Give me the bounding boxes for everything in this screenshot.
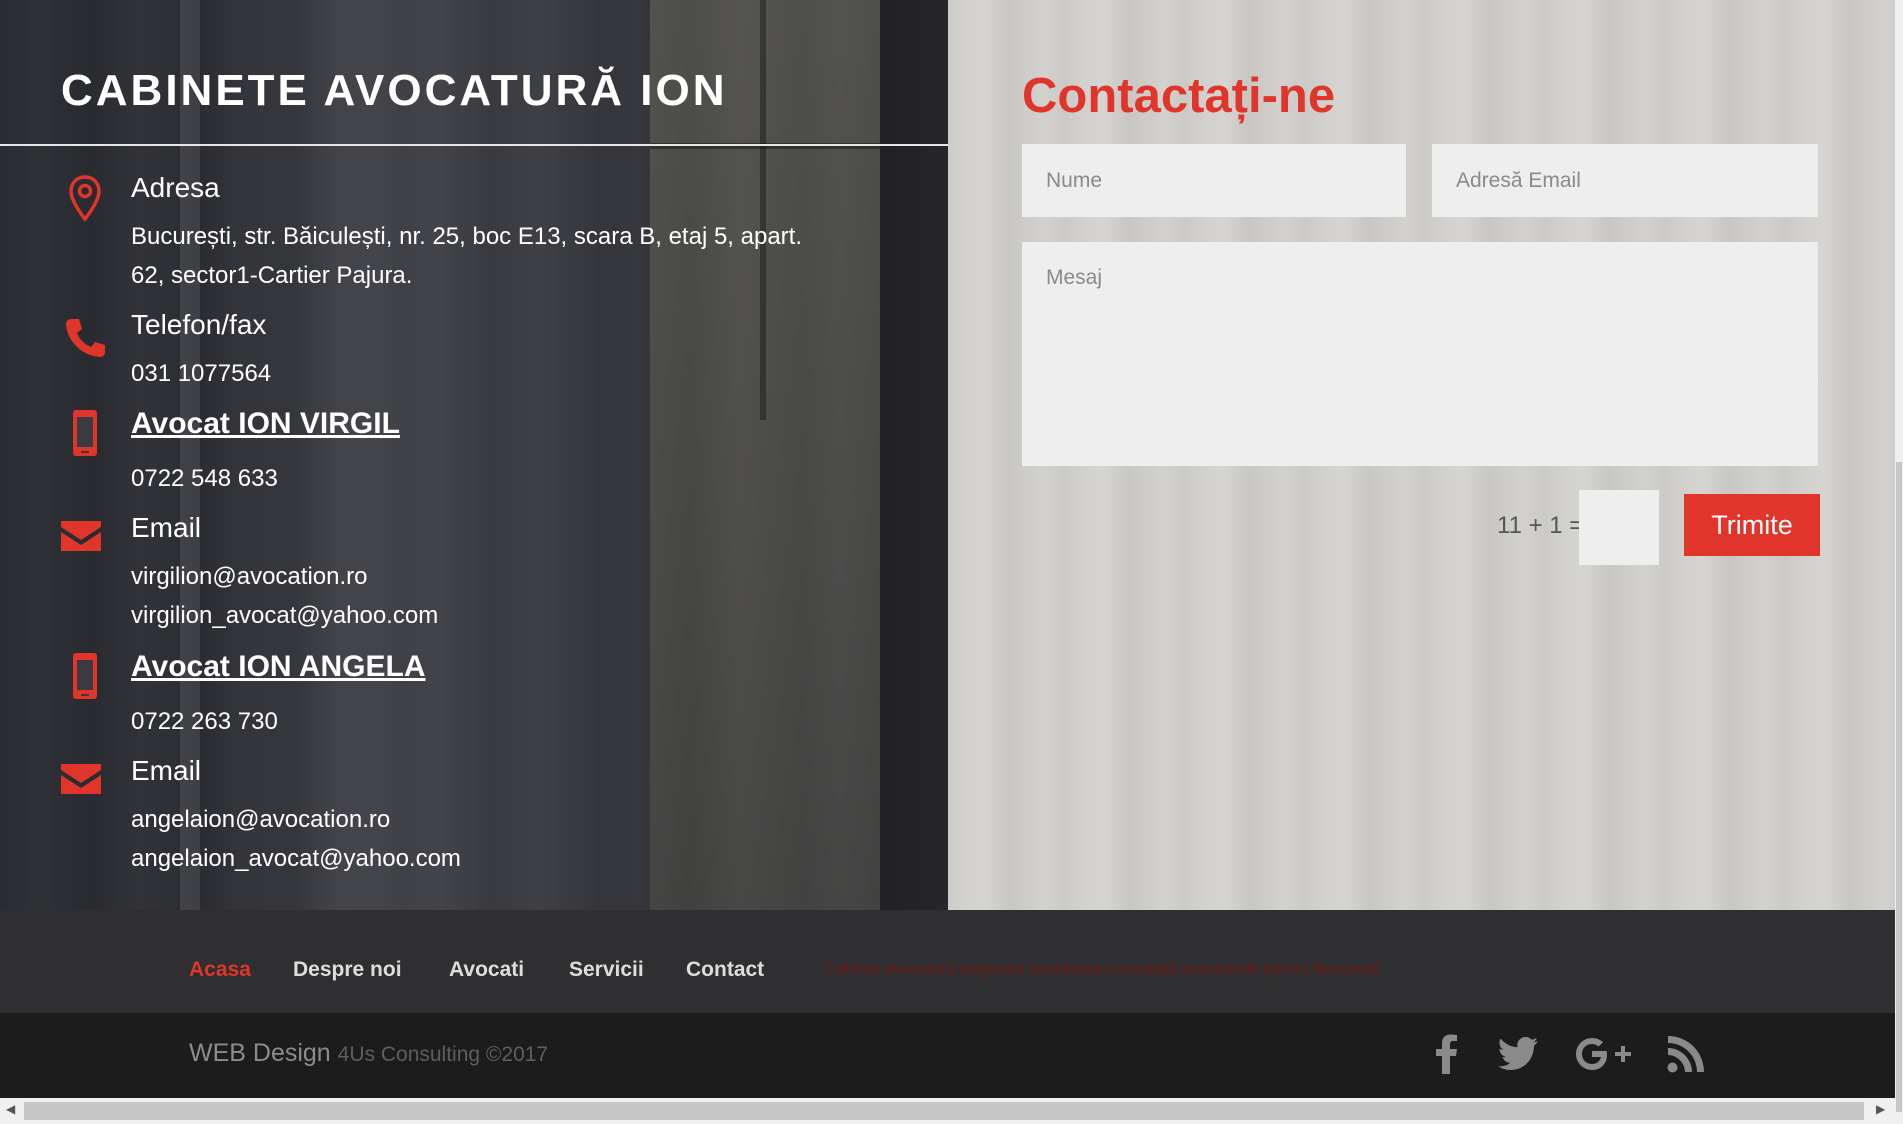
phone-label: Telefon/fax [131, 309, 267, 340]
twitter-icon[interactable] [1494, 1029, 1542, 1079]
contact-section: CABINETE AVOCATURĂ ION Adresa București,… [0, 0, 1895, 910]
footer-ticker-text: Cabinet avocatura asiguram acordarea con… [825, 961, 1380, 978]
horizontal-scrollbar[interactable]: ◀ ▶ [0, 1098, 1895, 1124]
phone-icon [63, 313, 107, 363]
credit-small: 4Us Consulting ©2017 [337, 1043, 549, 1066]
nav-item-contact[interactable]: Contact [686, 958, 764, 982]
credit-text: WEB Design 4Us Consulting ©2017 [189, 1039, 548, 1068]
email-2-label: Email [131, 755, 202, 786]
envelope-icon [59, 510, 103, 560]
vertical-scroll-thumb[interactable] [1896, 462, 1902, 1112]
envelope-icon [59, 753, 103, 803]
name-input[interactable] [1022, 144, 1406, 217]
google-plus-icon[interactable] [1573, 1029, 1633, 1079]
rss-icon[interactable] [1662, 1029, 1710, 1079]
email-input[interactable] [1432, 144, 1818, 217]
address-line-2: 62, sector1-Cartier Pajura. [131, 262, 413, 289]
nav-item-servicii[interactable]: Servicii [569, 958, 644, 982]
contact-form-title: Contactați-ne [1022, 69, 1336, 123]
mobile-phone-icon [63, 408, 107, 458]
bottom-bar: WEB Design 4Us Consulting ©2017 [0, 1013, 1895, 1098]
lawyer-2-link[interactable]: Avocat ION ANGELA [131, 650, 425, 684]
phone-value: 031 1077564 [131, 360, 272, 387]
nav-item-despre-noi[interactable]: Despre noi [293, 958, 402, 982]
scroll-right-arrow-icon[interactable]: ▶ [1876, 1102, 1885, 1116]
email-2-secondary: angelaion_avocat@yahoo.com [131, 845, 461, 872]
nav-item-avocati[interactable]: Avocati [449, 958, 524, 982]
facebook-icon[interactable] [1423, 1029, 1471, 1079]
email-2-primary: angelaion@avocation.ro [131, 806, 391, 833]
captcha-question: 11 + 1 = [1497, 512, 1584, 539]
address-label: Adresa [131, 172, 220, 203]
vertical-scrollbar[interactable] [1895, 0, 1903, 1124]
footer-nav: Acasa Despre noi Avocati Servicii Contac… [0, 910, 1895, 1013]
submit-button[interactable]: Trimite [1684, 494, 1820, 556]
address-line-1: București, str. Băiculești, nr. 25, boc … [131, 223, 803, 250]
email-1-secondary: virgilion_avocat@yahoo.com [131, 602, 439, 629]
nav-item-acasa[interactable]: Acasa [189, 958, 251, 982]
lawyer-1-phone: 0722 548 633 [131, 465, 278, 492]
title-box: CABINETE AVOCATURĂ ION [0, 0, 948, 146]
email-1-label: Email [131, 512, 202, 543]
email-1-primary: virgilion@avocation.ro [131, 563, 368, 590]
horizontal-scroll-thumb[interactable] [24, 1102, 1864, 1120]
credit-main: WEB Design [189, 1039, 331, 1067]
captcha-input[interactable] [1579, 490, 1659, 565]
lawyer-1-link[interactable]: Avocat ION VIRGIL [131, 407, 400, 441]
lawyer-2-phone: 0722 263 730 [131, 708, 278, 735]
scroll-left-arrow-icon[interactable]: ◀ [6, 1102, 15, 1116]
site-title: CABINETE AVOCATURĂ ION [61, 66, 728, 115]
location-pin-icon [63, 174, 107, 224]
message-textarea[interactable] [1022, 242, 1818, 466]
mobile-phone-icon [63, 651, 107, 701]
